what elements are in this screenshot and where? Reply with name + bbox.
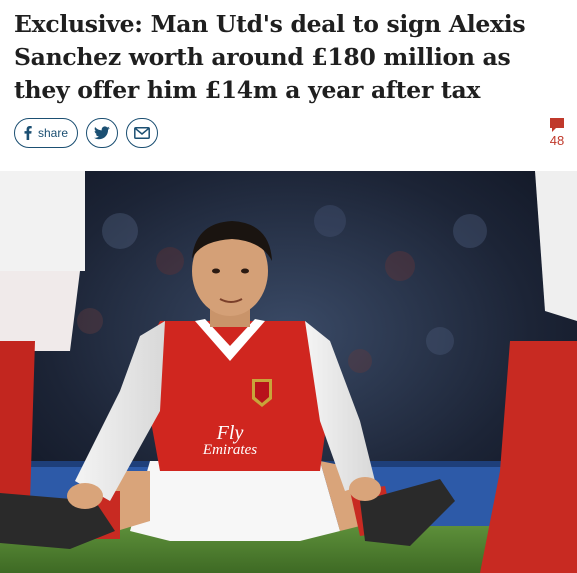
- comment-icon: [543, 118, 571, 132]
- facebook-share-label: share: [37, 126, 69, 140]
- article-headline: Exclusive: Man Utd's deal to sign Alexis…: [14, 10, 526, 104]
- twitter-icon: [94, 126, 110, 140]
- share-bar: share: [14, 118, 158, 150]
- shirt-sponsor-line1: Fly: [216, 422, 244, 444]
- shirt-sponsor-line2: Emirates: [202, 442, 257, 458]
- comments-link[interactable]: 48: [543, 118, 571, 148]
- facebook-icon: [24, 126, 32, 140]
- comment-count: 48: [549, 133, 565, 148]
- twitter-share-button[interactable]: [86, 118, 118, 148]
- article-hero-image: Fly Emirates: [0, 171, 577, 573]
- email-share-button[interactable]: [126, 118, 158, 148]
- facebook-share-button[interactable]: share: [14, 118, 78, 148]
- email-icon: [134, 127, 150, 139]
